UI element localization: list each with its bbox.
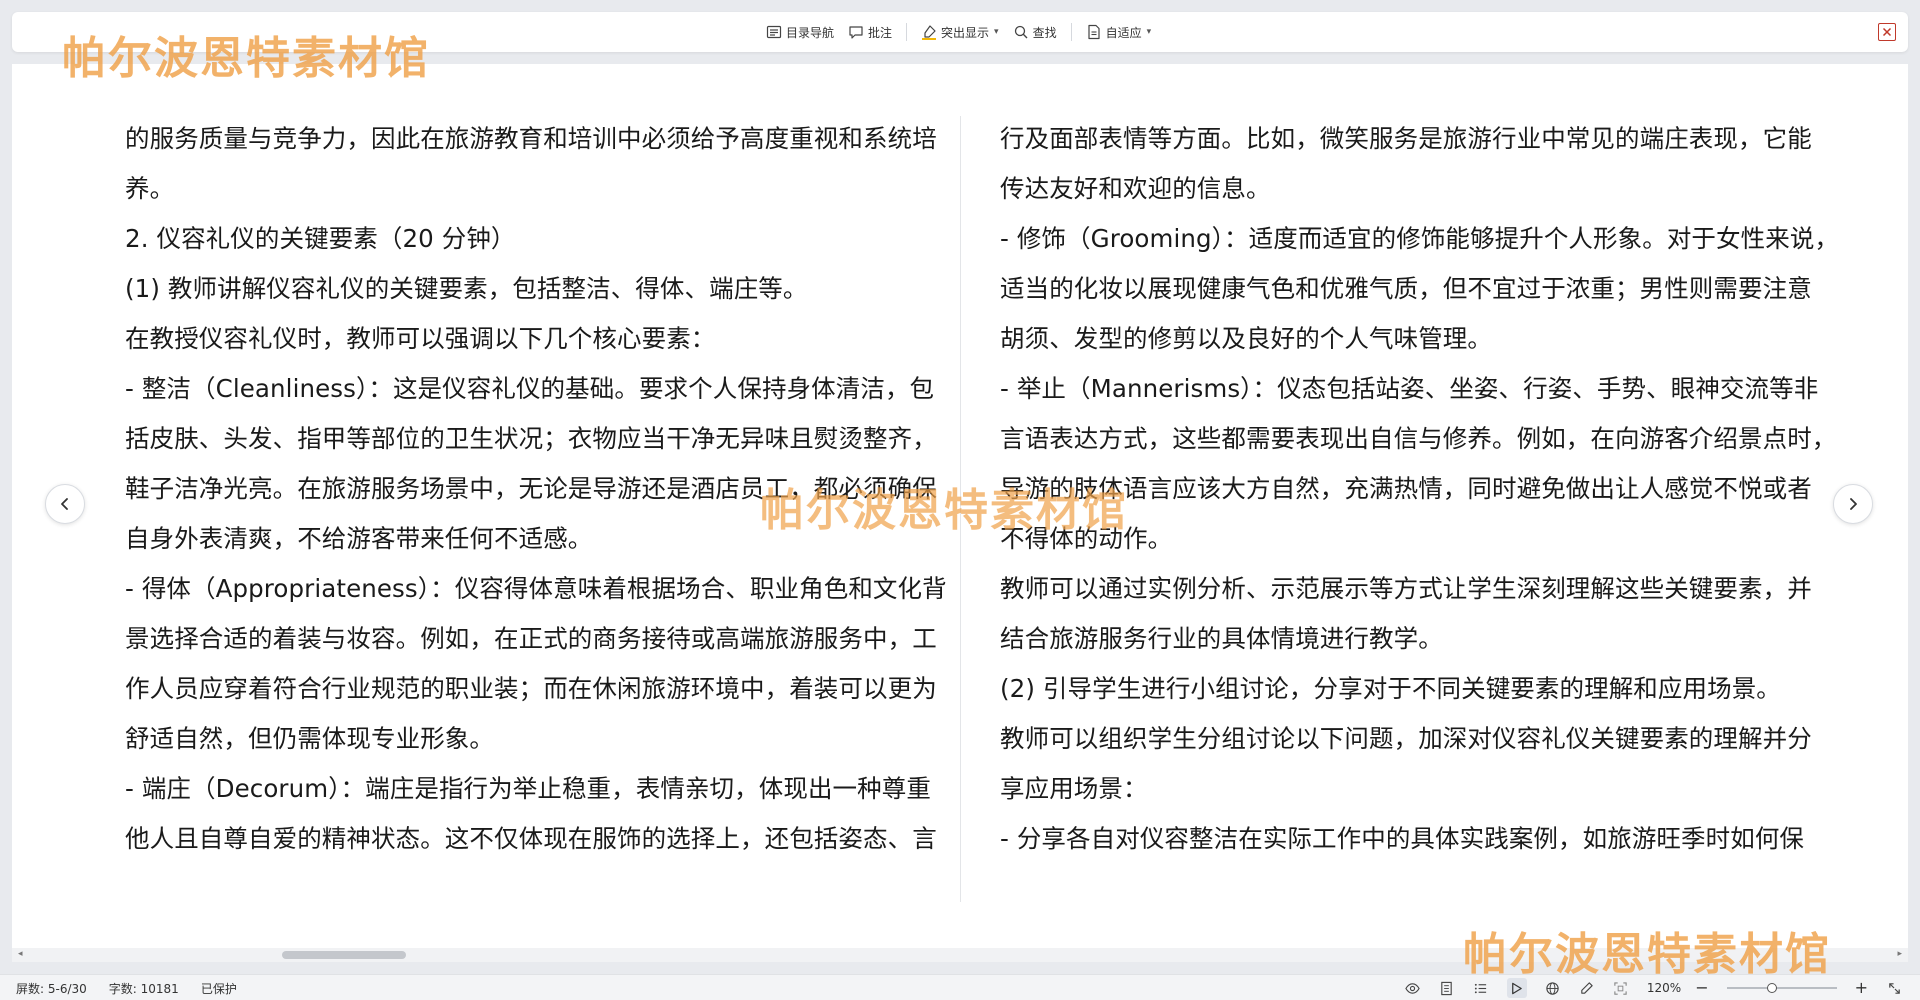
screen-count: 屏数: 5-6/30 [16,981,87,996]
toolbar-divider [906,23,908,41]
fit-screen-icon[interactable] [1613,980,1629,996]
expand-icon[interactable] [1886,980,1902,996]
word-count: 字数: 10181 [108,981,179,996]
next-page-button[interactable] [1833,484,1873,524]
toc-nav-button[interactable]: 目录导航 [760,18,840,46]
zoom-slider[interactable] [1726,980,1837,996]
scrollbar-thumb[interactable] [282,951,406,959]
text-line: - 举止（Mannerisms）：仪态包括站姿、坐姿、行姿、手势、眼神交流等非 [1000,374,1819,403]
status-left-group: 屏数: 5-6/30 字数: 10181 已保护 [16,975,237,1000]
outline-icon[interactable] [1473,980,1489,996]
text-line: (2) 引导学生进行小组讨论，分享对于不同关键要素的理解和应用场景。 [1000,674,1781,703]
text-line: - 整洁（Cleanliness）：这是仪容礼仪的基础。要求个人保持身体清洁，包 [125,374,935,403]
fit-label: 自适应 [1105,25,1142,40]
text-line: 他人且自尊自爱的精神状态。这不仅体现在服饰的选择上，还包括姿态、言 [125,824,937,853]
zoom-in-button[interactable]: + [1855,980,1868,996]
text-line: 享应用场景： [1000,774,1148,803]
zoom-track [1726,987,1837,989]
zoom-knob[interactable] [1766,983,1777,993]
find-label: 查找 [1032,25,1057,40]
text-line: 作人员应穿着符合行业规范的职业装；而在休闲旅游环境中，着装可以更为 [125,674,937,703]
comment-label: 批注 [868,25,893,40]
chevron-left-icon [61,498,68,510]
highlighter-icon [922,25,937,40]
text-line: 养。 [125,174,175,203]
text-line: 景选择合适的着装与妆容。例如，在正式的商务接待或高端旅游服务中，工 [125,624,937,653]
text-line: 言语表达方式，这些都需要表现出自信与修养。例如，在向游客介绍景点时， [1000,424,1837,453]
text-line: 2. 仪容礼仪的关键要素（20 分钟） [125,224,516,253]
text-line: (1) 教师讲解仪容礼仪的关键要素，包括整洁、得体、端庄等。 [125,274,808,303]
close-icon [1882,27,1892,37]
text-line: 教师可以通过实例分析、示范展示等方式让学生深刻理解这些关键要素，并 [1000,574,1812,603]
eye-icon[interactable] [1405,980,1421,996]
text-line: 胡须、发型的修剪以及良好的个人气味管理。 [1000,324,1492,353]
zoom-out-button[interactable]: − [1695,980,1708,996]
fit-button[interactable]: 自适应 ▾ [1080,18,1158,46]
text-line: 结合旅游服务行业的具体情境进行教学。 [1000,624,1443,653]
scroll-right-icon[interactable]: ▸ [1897,949,1902,959]
watermark: 帕尔波恩特素材馆 [62,33,430,84]
chevron-right-icon [1850,498,1857,510]
text-line: - 端庄（Decorum）：端庄是指行为举止稳重，表情亲切，体现出一种尊重 [125,774,931,803]
chevron-down-icon: ▾ [1146,27,1152,37]
watermark: 帕尔波恩特素材馆 [760,485,1128,536]
prev-page-button[interactable] [45,484,85,524]
text-line: 行及面部表情等方面。比如，微笑服务是旅游行业中常见的端庄表现，它能 [1000,124,1812,153]
text-line: - 得体（Appropriateness）：仪容得体意味着根据场合、职业角色和文… [125,574,947,603]
text-line: - 修饰（Grooming）：适度而适宜的修饰能够提升个人形象。对于女性来说， [1000,224,1840,253]
comment-icon [849,26,863,39]
text-line: 在教授仪容礼仪时，教师可以强调以下几个核心要素： [125,324,716,353]
protected-status: 已保护 [200,981,237,996]
page-view-icon[interactable] [1439,980,1455,996]
list-icon [766,25,782,39]
text-line: - 分享各自对仪容整洁在实际工作中的具体实践案例，如旅游旺季时如何保 [1000,824,1805,853]
chevron-down-icon: ▾ [994,27,999,37]
toc-nav-label: 目录导航 [786,25,835,40]
text-line: 舒适自然，但仍需体现专业形象。 [125,724,494,753]
text-line: 教师可以组织学生分组讨论以下问题，加深对仪容礼仪关键要素的理解并分 [1000,724,1812,753]
pen-icon[interactable] [1579,980,1595,996]
search-icon [1014,25,1028,39]
zoom-level: 120% [1646,981,1682,995]
toolbar-divider [1070,23,1072,41]
highlight-label: 突出显示 [941,25,990,40]
scroll-left-icon[interactable]: ◂ [18,949,23,959]
globe-icon[interactable] [1545,980,1561,996]
text-line: 传达友好和欢迎的信息。 [1000,174,1271,203]
document-viewer: 目录导航 批注 突出显示 ▾ 查找 自适应 ▾ 的服务质量与竞争力，因此在旅游教… [0,0,1920,1000]
comment-button[interactable]: 批注 [842,18,898,46]
text-line: 括皮肤、头发、指甲等部位的卫生状况；衣物应当干净无异味且熨烫整齐， [125,424,937,453]
page-fit-icon [1087,24,1100,40]
toolbar-group: 目录导航 批注 突出显示 ▾ 查找 自适应 ▾ [760,12,1157,52]
highlight-button[interactable]: 突出显示 ▾ [915,18,1005,46]
find-button[interactable]: 查找 [1007,18,1063,46]
close-button[interactable] [1878,23,1896,41]
watermark: 帕尔波恩特素材馆 [1463,929,1831,980]
text-line: 的服务质量与竞争力，因此在旅游教育和培训中必须给予高度重视和系统培 [125,124,937,153]
text-line: 适当的化妆以展现健康气色和优雅气质，但不宜过于浓重；男性则需要注意 [1000,274,1812,303]
